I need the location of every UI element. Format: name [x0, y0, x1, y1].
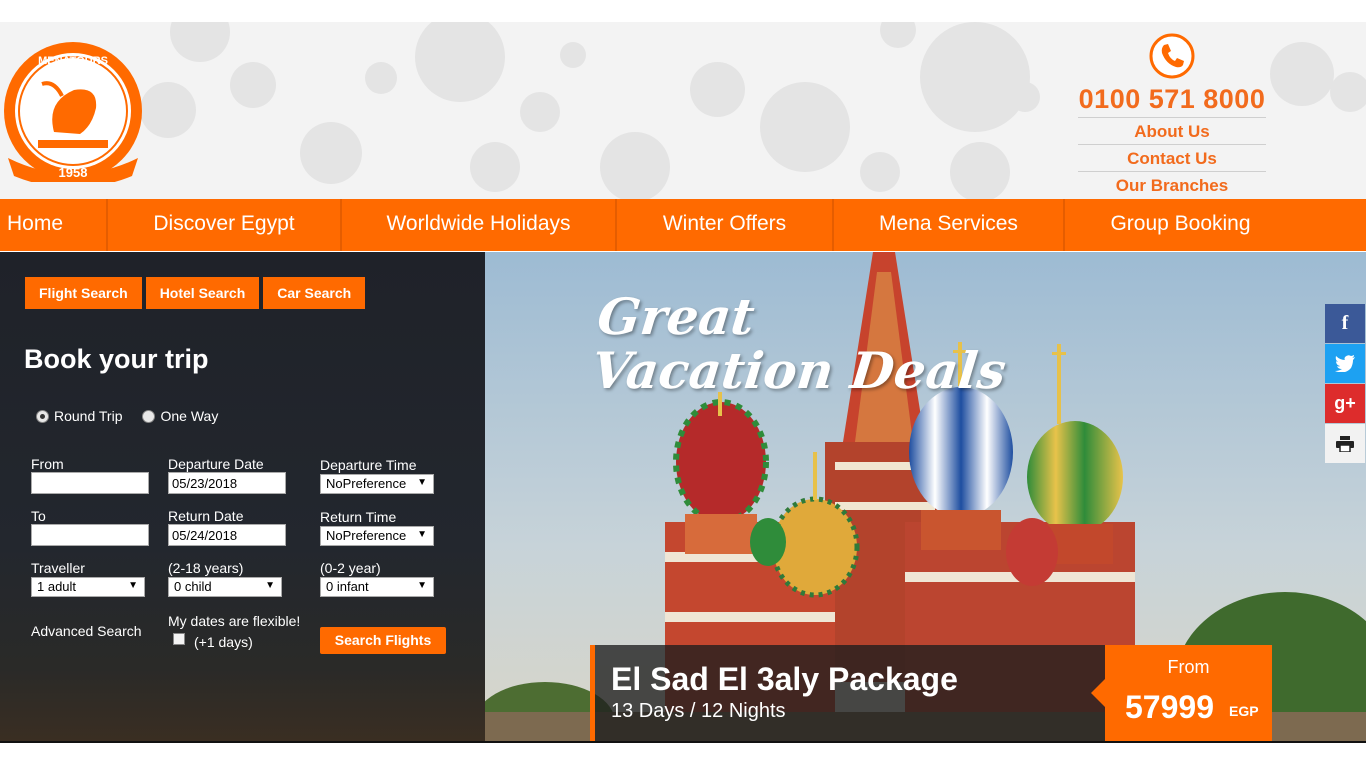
- departure-date-input[interactable]: [168, 472, 286, 494]
- phone-number[interactable]: 0100 571 8000: [1078, 84, 1266, 118]
- hero-headline-line2: Vacation Deals: [589, 341, 1009, 400]
- radio-checked-icon: [36, 409, 49, 423]
- return-date-input[interactable]: [168, 524, 286, 546]
- hero-headline: Great Vacation Deals: [589, 287, 1014, 400]
- return-date-label: Return Date: [168, 508, 244, 524]
- our-branches-link[interactable]: Our Branches: [1078, 172, 1266, 199]
- price-from-label: From: [1167, 657, 1210, 677]
- about-us-link[interactable]: About Us: [1078, 118, 1266, 145]
- flexible-dates-checkbox[interactable]: [173, 633, 185, 645]
- dropdown-arrow-icon: ▼: [417, 477, 427, 488]
- departure-date-label: Departure Date: [168, 456, 264, 472]
- infants-label: (0-2 year): [320, 560, 381, 576]
- to-input[interactable]: [31, 524, 149, 546]
- to-label: To: [31, 508, 46, 524]
- nav-winter-offers[interactable]: Winter Offers: [617, 199, 834, 251]
- contact-block: 0100 571 8000 About Us Contact Us Our Br…: [1078, 32, 1266, 199]
- one-way-label: One Way: [160, 408, 219, 424]
- departure-time-select[interactable]: NoPreference ▼: [320, 474, 434, 494]
- bottom-divider: [0, 741, 1366, 743]
- flexible-dates-label: My dates are flexible!: [168, 613, 301, 629]
- facebook-share-button[interactable]: f: [1325, 304, 1365, 343]
- logo-text: MENATOURS: [38, 55, 108, 67]
- dropdown-arrow-icon: ▼: [417, 580, 427, 591]
- logo-year: 1958: [59, 165, 88, 180]
- site-header: 1958 MENATOURS 0100 571 8000 About Us Co…: [0, 22, 1366, 200]
- social-share-bar: f g+: [1325, 304, 1365, 464]
- hero-banner[interactable]: Great Vacation Deals El Sad El 3aly Pack…: [485, 252, 1366, 742]
- radio-unchecked-icon: [142, 409, 156, 423]
- price-badge[interactable]: From 57999 EGP: [1091, 645, 1272, 742]
- google-plus-icon: g+: [1334, 393, 1356, 413]
- search-flights-button[interactable]: Search Flights: [320, 627, 446, 654]
- google-plus-share-button[interactable]: g+: [1325, 384, 1365, 423]
- package-duration: 13 Days / 12 Nights: [611, 700, 786, 722]
- price-notch: [1091, 679, 1105, 707]
- children-value: 0 child: [174, 579, 212, 594]
- print-icon: [1336, 435, 1354, 452]
- one-way-radio[interactable]: One Way: [142, 408, 218, 424]
- return-time-label: Return Time: [320, 509, 397, 525]
- package-caption[interactable]: El Sad El 3aly Package 13 Days / 12 Nigh…: [590, 645, 1105, 742]
- price-currency: EGP: [1229, 703, 1259, 719]
- print-button[interactable]: [1325, 424, 1365, 463]
- trip-type-group: Round Trip One Way: [36, 408, 218, 424]
- from-label: From: [31, 456, 64, 472]
- infants-value: 0 infant: [326, 579, 369, 594]
- twitter-icon: [1335, 355, 1355, 372]
- departure-time-label: Departure Time: [320, 457, 417, 473]
- from-input[interactable]: [31, 472, 149, 494]
- return-time-select[interactable]: NoPreference ▼: [320, 526, 434, 546]
- dropdown-arrow-icon: ▼: [265, 580, 275, 591]
- return-time-value: NoPreference: [326, 528, 407, 543]
- infants-select[interactable]: 0 infant ▼: [320, 577, 434, 597]
- advanced-search-link[interactable]: Advanced Search: [31, 623, 142, 639]
- facebook-icon: f: [1341, 312, 1349, 334]
- booking-panel: Flight Search Hotel Search Car Search Bo…: [0, 252, 485, 742]
- hero-headline-line1: Great: [594, 287, 758, 346]
- traveller-value: 1 adult: [37, 579, 77, 594]
- menatours-logo[interactable]: 1958 MENATOURS: [2, 40, 144, 182]
- book-trip-title: Book your trip: [24, 344, 209, 374]
- dropdown-arrow-icon: ▼: [417, 529, 427, 540]
- price-value: 57999: [1125, 689, 1214, 725]
- page: 1958 MENATOURS 0100 571 8000 About Us Co…: [0, 0, 1366, 768]
- nav-group-booking[interactable]: Group Booking: [1065, 199, 1296, 251]
- children-select[interactable]: 0 child ▼: [168, 577, 282, 597]
- nav-worldwide-holidays[interactable]: Worldwide Holidays: [342, 199, 617, 251]
- children-label: (2-18 years): [168, 560, 244, 576]
- search-tabs: Flight Search Hotel Search Car Search: [25, 277, 366, 309]
- contact-us-link[interactable]: Contact Us: [1078, 145, 1266, 172]
- nav-mena-services[interactable]: Mena Services: [834, 199, 1065, 251]
- phone-icon: [1149, 33, 1195, 79]
- tab-car-search[interactable]: Car Search: [263, 277, 366, 309]
- twitter-share-button[interactable]: [1325, 344, 1365, 383]
- dropdown-arrow-icon: ▼: [128, 580, 138, 591]
- tab-hotel-search[interactable]: Hotel Search: [145, 277, 260, 309]
- nav-discover-egypt[interactable]: Discover Egypt: [108, 199, 342, 251]
- package-title: El Sad El 3aly Package: [611, 661, 958, 697]
- tab-flight-search[interactable]: Flight Search: [25, 277, 142, 309]
- round-trip-label: Round Trip: [54, 408, 123, 424]
- flexible-days-label: (+1 days): [194, 634, 253, 650]
- main-nav: Home Discover Egypt Worldwide Holidays W…: [0, 199, 1366, 251]
- departure-time-value: NoPreference: [326, 476, 407, 491]
- round-trip-radio[interactable]: Round Trip: [36, 408, 122, 424]
- traveller-select[interactable]: 1 adult ▼: [31, 577, 145, 597]
- traveller-label: Traveller: [31, 560, 85, 576]
- nav-home[interactable]: Home: [0, 199, 108, 251]
